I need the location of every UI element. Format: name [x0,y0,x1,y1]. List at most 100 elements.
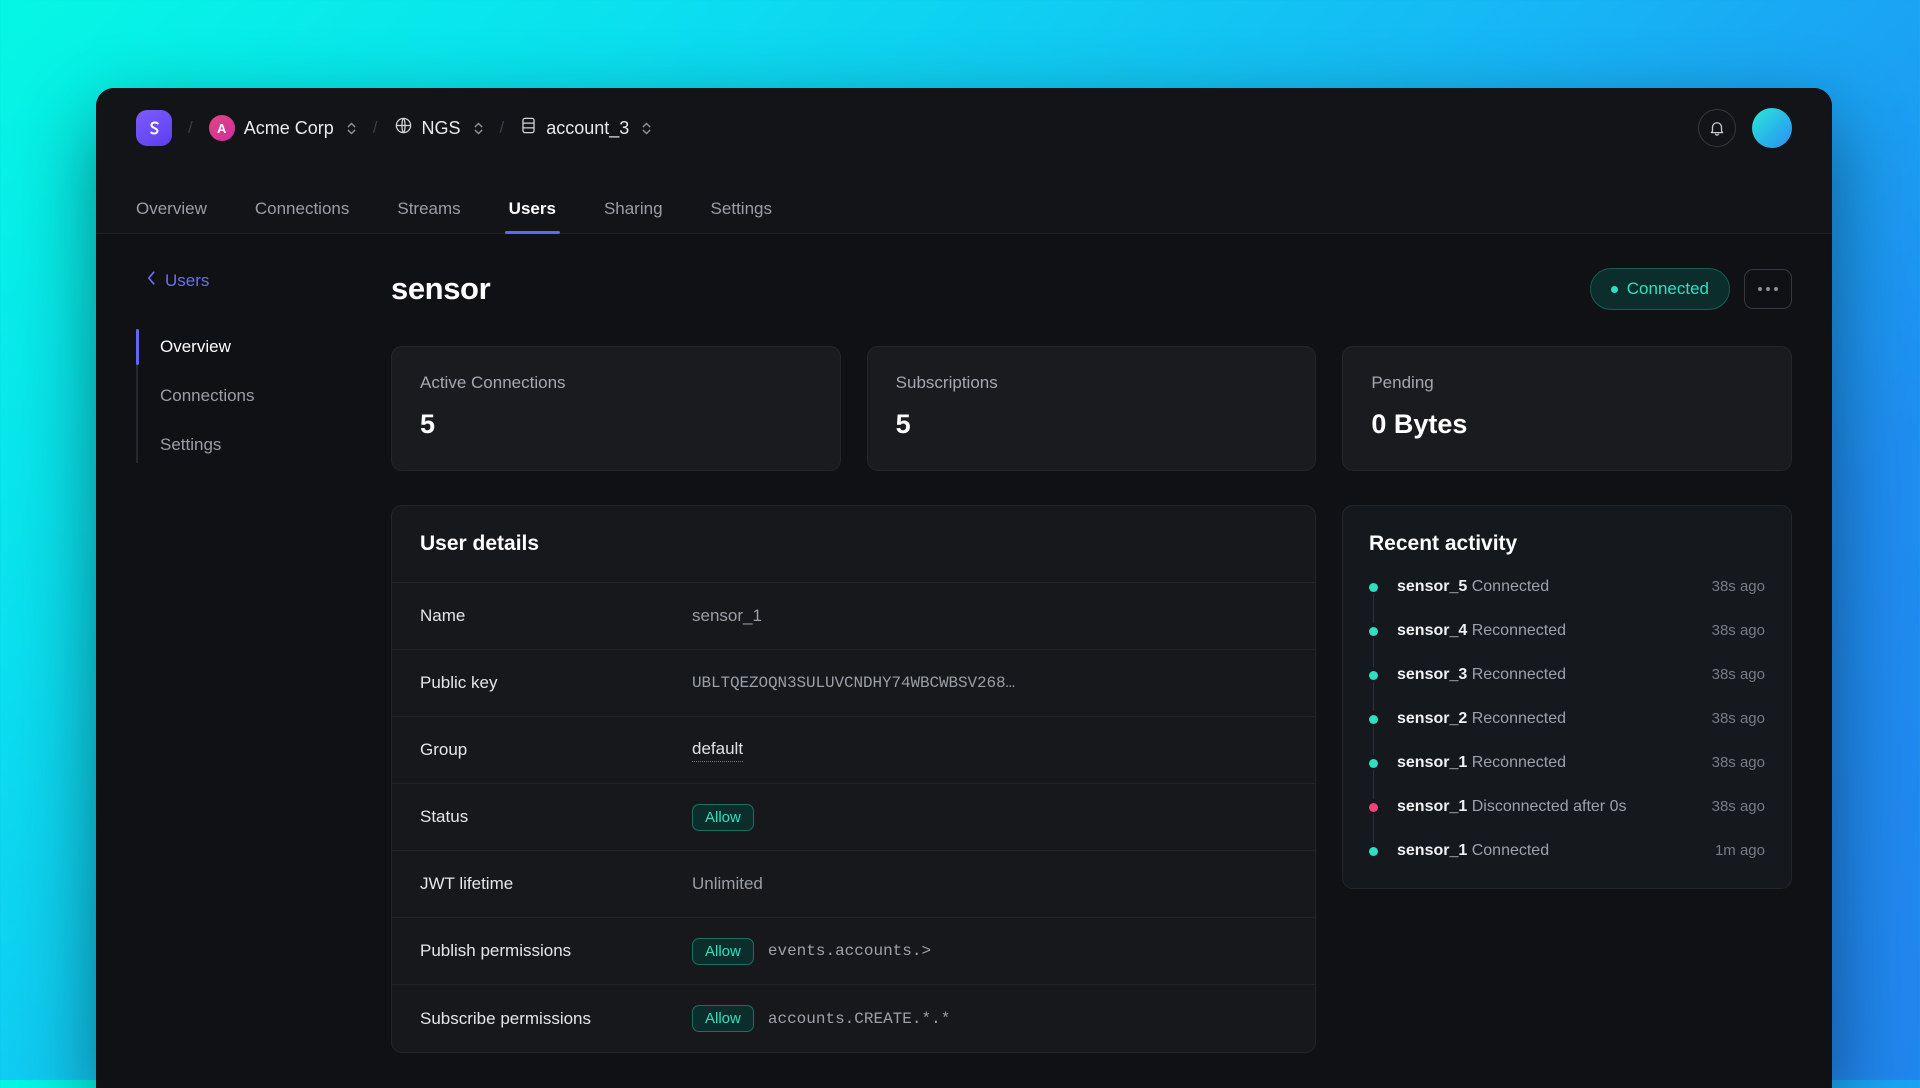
activity-timestamp: 38s ago [1711,578,1765,595]
chevron-updown-icon[interactable] [346,121,357,136]
activity-item: sensor_1 Reconnected 38s ago [1369,754,1765,799]
tab-users[interactable]: Users [504,199,561,234]
breadcrumb-account-label: account_3 [546,117,630,138]
activity-subject: sensor_1 [1397,798,1468,815]
stat-value: 5 [420,409,436,439]
tab-connections[interactable]: Connections [255,199,350,233]
table-row: Publish permissions Allow events.account… [392,918,1315,985]
top-bar-actions [1698,108,1792,148]
activity-timestamp: 1m ago [1714,842,1765,859]
page-header-actions: Connected [1589,268,1792,310]
row-value: Allow events.accounts.> [692,937,932,965]
app-logo-icon[interactable] [136,110,172,146]
chevron-updown-icon[interactable] [473,121,484,136]
breadcrumb-system-label: NGS [421,117,461,138]
activity-timestamp: 38s ago [1711,754,1765,771]
stat-card-pending: Pending 0 Bytes [1342,346,1793,471]
activity-timestamp: 38s ago [1711,710,1765,727]
user-details-card: User details Name sensor_1 Public key UB… [391,505,1316,1053]
timeline-connector [1373,770,1374,799]
database-icon [520,116,537,140]
status-dot-icon [1610,285,1618,293]
table-row: Status Allow [392,784,1315,851]
activity-subject: sensor_5 [1397,578,1468,595]
table-row: JWT lifetime Unlimited [392,851,1315,918]
stat-card-active-connections: Active Connections 5 [391,346,841,471]
activity-ok-dot-icon [1369,715,1378,724]
activity-subject: sensor_1 [1397,754,1468,771]
row-key: Group [420,740,468,759]
back-to-users-link[interactable]: Users [146,270,386,291]
sub-nav: Overview Connections Settings [136,329,386,463]
stat-value: 0 Bytes [1371,409,1468,439]
breadcrumb-system[interactable]: NGS [394,116,484,140]
allow-badge: Allow [692,1005,754,1032]
stat-label: Subscriptions [895,373,998,392]
group-value[interactable]: default [692,739,744,762]
stat-label: Active Connections [420,373,566,392]
lower-section: User details Name sensor_1 Public key UB… [391,505,1792,1053]
breadcrumb-org[interactable]: A Acme Corp [208,115,357,141]
row-key: Subscribe permissions [420,1008,592,1028]
breadcrumb-account[interactable]: account_3 [520,116,652,140]
tab-streams[interactable]: Streams [397,199,460,233]
row-value: Unlimited [692,874,763,893]
chevron-left-icon [146,270,157,291]
activity-item: sensor_4 Reconnected 38s ago [1369,622,1765,667]
page-title: sensor [391,271,491,306]
timeline-connector [1373,638,1374,667]
breadcrumb-separator-1: / [188,118,193,137]
allow-badge: Allow [692,937,754,965]
user-details-title: User details [392,506,1315,583]
bell-icon[interactable] [1698,109,1736,147]
sidebar-item-settings[interactable]: Settings [138,427,386,463]
top-bar: / A Acme Corp / NGS / account_3 [96,88,1832,168]
recent-activity-card: Recent activity sensor_5 Connected 38s ag… [1342,505,1792,889]
timeline-connector [1373,814,1374,843]
row-key: Name [420,606,466,625]
row-key: Status [420,807,469,826]
activity-ok-dot-icon [1369,671,1378,680]
table-row: Name sensor_1 [392,583,1315,650]
activity-ok-dot-icon [1369,627,1378,636]
status-badge-label: Connected [1626,279,1709,298]
row-value: sensor_1 [692,606,762,625]
activity-list: sensor_5 Connected 38s ago sensor_4 Reconn… [1369,578,1765,860]
table-row: Subscribe permissions Allow accounts.CRE… [392,985,1315,1052]
tab-overview[interactable]: Overview [136,199,207,233]
row-key: Public key [420,673,498,692]
activity-text: sensor_1 Connected [1397,842,1550,859]
subject-pattern: events.accounts.> [767,942,932,960]
subject-pattern: accounts.CREATE.*.* [767,1009,951,1028]
table-row: Public key UBLTQEZOQN3SULUVCNDHY74WBCWBS… [392,650,1315,717]
table-row: Group default [392,717,1315,784]
activity-text: sensor_2 Reconnected [1397,710,1566,727]
stat-card-subscriptions: Subscriptions 5 [866,346,1317,471]
app-window: / A Acme Corp / NGS / account_3 Overview… [96,88,1832,1088]
chevron-updown-icon[interactable] [641,121,652,136]
timeline-connector [1373,726,1374,755]
tab-settings[interactable]: Settings [711,199,772,233]
sidebar-item-overview[interactable]: Overview [136,329,386,365]
activity-text: sensor_1 Disconnected after 0s [1397,798,1627,815]
stat-label: Pending [1371,373,1434,392]
sidebar-item-connections[interactable]: Connections [138,378,386,414]
activity-text: sensor_3 Reconnected [1397,666,1566,683]
kebab-menu-icon[interactable] [1744,269,1792,309]
row-value[interactable]: UBLTQEZOQN3SULUVCNDHY74WBCWBSV268… [692,674,1015,692]
tab-sharing[interactable]: Sharing [604,199,663,233]
activity-subject: sensor_1 [1397,842,1468,859]
activity-item: sensor_3 Reconnected 38s ago [1369,666,1765,711]
timeline-connector [1373,682,1374,711]
row-key: Publish permissions [420,941,572,960]
row-value: Allow accounts.CREATE.*.* [692,1005,950,1032]
page-header: sensor Connected [391,268,1792,310]
activity-timestamp: 38s ago [1711,798,1765,815]
activity-text: sensor_1 Reconnected [1397,754,1566,771]
activity-text: sensor_5 Connected [1397,578,1550,595]
user-avatar[interactable] [1752,108,1792,148]
activity-timestamp: 38s ago [1711,666,1765,683]
back-link-label: Users [165,270,210,290]
recent-activity-title: Recent activity [1369,532,1518,555]
activity-subject: sensor_4 [1397,622,1468,639]
